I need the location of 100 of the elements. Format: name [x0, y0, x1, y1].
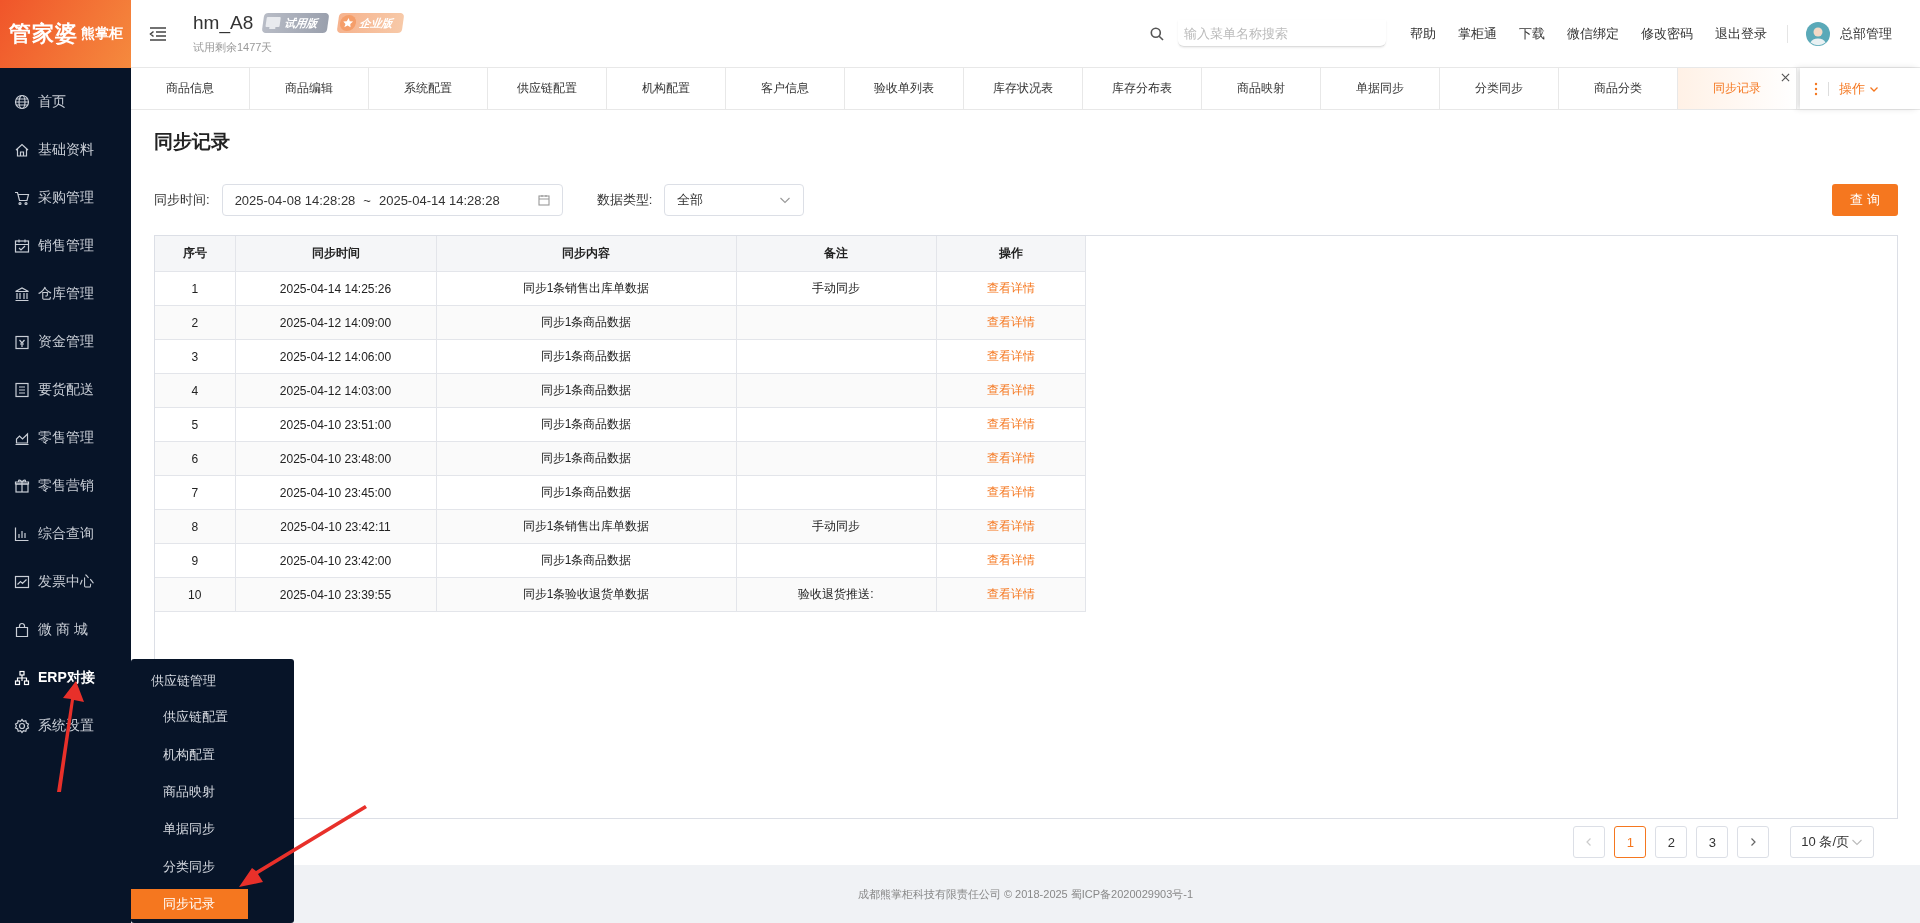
- sidebar-menu-item[interactable]: 微 商 城: [0, 606, 131, 654]
- submenu-item[interactable]: 供应链配置: [131, 698, 294, 736]
- sidebar-menu-item[interactable]: 仓库管理: [0, 270, 131, 318]
- column-header: 操作: [936, 236, 1085, 272]
- page-tab[interactable]: 商品信息: [131, 68, 250, 109]
- filter-label: 同步时间:: [154, 191, 210, 209]
- table-cell: 同步1条销售出库单数据: [436, 509, 736, 544]
- table-cell: 验收退货推送:: [736, 577, 936, 612]
- column-header: 序号: [155, 236, 235, 272]
- account-title: hm_A8: [193, 12, 254, 34]
- table-cell: 同步1条销售出库单数据: [436, 271, 736, 306]
- sidebar-menu-item[interactable]: 零售营销: [0, 462, 131, 510]
- menu-item-icon: [14, 238, 30, 254]
- menu-search-field[interactable]: 输入菜单名称搜索: [1178, 20, 1386, 47]
- table-cell: 3: [155, 339, 235, 374]
- page-tab[interactable]: 客户信息: [726, 68, 845, 109]
- page-tab[interactable]: 单据同步: [1321, 68, 1440, 109]
- sidebar-menu-item[interactable]: ERP对接: [0, 654, 131, 702]
- next-page-button[interactable]: [1737, 826, 1770, 858]
- table-cell: 1: [155, 271, 235, 306]
- sidebar-menu-item[interactable]: 资金管理: [0, 318, 131, 366]
- menu-item-icon: [14, 526, 30, 542]
- table-cell: 同步1条商品数据: [436, 543, 736, 578]
- page-tab[interactable]: 供应链配置: [488, 68, 607, 109]
- menu-item-icon: [14, 286, 30, 302]
- table-cell: 2025-04-10 23:42:00: [235, 543, 436, 578]
- data-type-select[interactable]: 全部: [664, 184, 805, 216]
- user-name[interactable]: 总部管理: [1840, 24, 1892, 43]
- menu-item-icon: [14, 94, 30, 110]
- menu-item-icon: [14, 574, 30, 590]
- table-cell: 6: [155, 441, 235, 476]
- header-link[interactable]: 微信绑定: [1567, 24, 1619, 43]
- menu-item-icon: [14, 478, 30, 494]
- page-tab[interactable]: 库存状况表: [964, 68, 1083, 109]
- header-link[interactable]: 退出登录: [1715, 24, 1767, 43]
- table-cell: 2025-04-10 23:39:55: [235, 577, 436, 612]
- table-cell: 8: [155, 509, 235, 544]
- table-cell: 2025-04-10 23:45:00: [235, 475, 436, 510]
- menu-item-icon: [14, 142, 30, 158]
- sidebar-menu-item[interactable]: 要货配送: [0, 366, 131, 414]
- page-title: 同步记录: [154, 130, 231, 154]
- header-link[interactable]: 下载: [1519, 24, 1545, 43]
- calendar-icon: [537, 194, 550, 206]
- table-cell: 2025-04-12 14:06:00: [235, 339, 436, 374]
- page-size-select[interactable]: 10 条/页: [1790, 826, 1874, 858]
- monitor-icon: [264, 15, 283, 31]
- submenu-item[interactable]: 单据同步: [131, 810, 294, 849]
- menu-item-icon: [14, 622, 30, 638]
- table-cell: 10: [155, 577, 235, 612]
- sidebar-menu-item[interactable]: 发票中心: [0, 558, 131, 606]
- menu-item-icon: [14, 670, 30, 686]
- page-tab[interactable]: 分类同步: [1440, 68, 1559, 109]
- page-tab[interactable]: 商品映射: [1202, 68, 1321, 109]
- table-cell: 2025-04-10 23:48:00: [235, 441, 436, 476]
- header-link[interactable]: 帮助: [1410, 24, 1436, 43]
- table-cell: 同步1条商品数据: [436, 475, 736, 510]
- sidebar-menu-item[interactable]: 销售管理: [0, 222, 131, 270]
- menu-toggle-icon[interactable]: [149, 25, 167, 42]
- avatar-icon[interactable]: [1806, 21, 1830, 46]
- table-cell: 同步1条商品数据: [436, 339, 736, 374]
- menu-item-icon: [14, 190, 30, 206]
- filter-label: 数据类型:: [596, 191, 653, 209]
- menu-item-icon: [14, 382, 30, 398]
- submenu-item[interactable]: 机构配置: [131, 735, 294, 774]
- page-tab[interactable]: 验收单列表: [845, 68, 964, 109]
- copyright-text: 成都熊掌柜科技有限责任公司 © 2018-2025 蜀ICP备2020029903号-1: [857, 886, 1194, 902]
- table-cell: 手动同步: [736, 271, 936, 306]
- page-tab[interactable]: 系统配置: [369, 68, 488, 109]
- submenu-item[interactable]: 商品映射: [131, 773, 294, 811]
- table-cell: 同步1条商品数据: [436, 305, 736, 340]
- header-link[interactable]: 掌柜通: [1458, 24, 1497, 43]
- page-number-button[interactable]: 3: [1696, 826, 1729, 858]
- sidebar-menu-item[interactable]: 采购管理: [0, 174, 131, 222]
- table-cell: 同步1条验收退货单数据: [436, 577, 736, 612]
- table-cell: 手动同步: [736, 509, 936, 544]
- table-cell: 同步1条商品数据: [436, 407, 736, 442]
- sidebar-menu-item[interactable]: 基础资料: [0, 126, 131, 174]
- page-number-button[interactable]: 2: [1655, 826, 1688, 858]
- table-cell: 9: [155, 543, 235, 578]
- sidebar-menu-item[interactable]: 综合查询: [0, 510, 131, 558]
- column-header: 备注: [736, 236, 936, 272]
- sidebar-menu-item[interactable]: 零售管理: [0, 414, 131, 462]
- table-cell: 2025-04-12 14:09:00: [235, 305, 436, 340]
- sidebar-menu-item[interactable]: 首页: [0, 78, 131, 126]
- date-range-field[interactable]: 2025-04-08 14:28:28 ~ 2025-04-14 14:28:28: [221, 184, 563, 216]
- page-tab[interactable]: 商品编辑: [250, 68, 369, 109]
- logo-product-text: 熊掌柜: [80, 25, 123, 43]
- column-header: 同步时间: [235, 236, 436, 272]
- close-icon[interactable]: [1781, 73, 1790, 82]
- edition-badge: 企业版: [336, 13, 405, 33]
- page-tab[interactable]: 机构配置: [607, 68, 726, 109]
- table-cell: 同步1条商品数据: [436, 441, 736, 476]
- menu-item-icon: [14, 430, 30, 446]
- more-icon[interactable]: [1814, 81, 1818, 96]
- header-link[interactable]: 修改密码: [1641, 24, 1693, 43]
- search-icon: [1150, 26, 1164, 41]
- page-tab[interactable]: 库存分布表: [1083, 68, 1202, 109]
- menu-item-icon: [14, 334, 30, 350]
- submenu-item[interactable]: 分类同步: [131, 848, 294, 886]
- logo-brand-text: 管家婆: [8, 20, 78, 48]
